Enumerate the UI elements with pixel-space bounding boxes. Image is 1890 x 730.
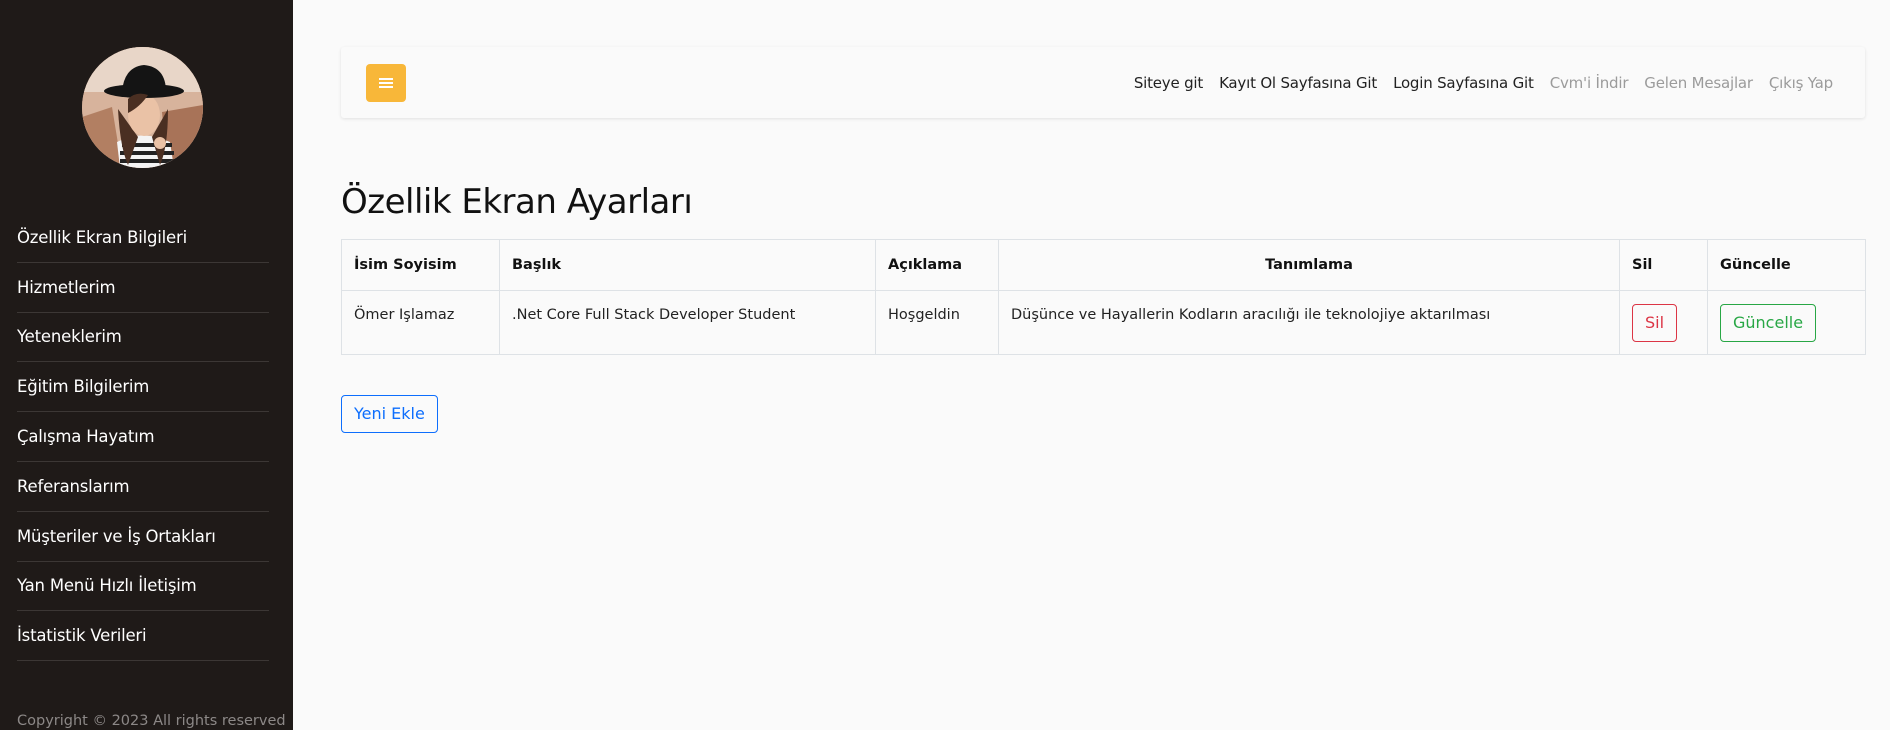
link-gelen-mesajlar[interactable]: Gelen Mesajlar [1644, 74, 1753, 92]
sidebar-item-musteriler[interactable]: Müşteriler ve İş Ortakları [17, 512, 269, 562]
cell-update: Güncelle [1707, 290, 1866, 355]
table-header-row: İsim Soyisim Başlık Açıklama Tanımlama S… [341, 239, 1866, 291]
sidebar-item-yeteneklerim[interactable]: Yeteneklerim [17, 313, 269, 363]
sidebar-item-hizmetlerim[interactable]: Hizmetlerim [17, 263, 269, 313]
sidebar-toggle-button[interactable] [366, 64, 406, 102]
avatar[interactable] [82, 47, 203, 168]
header-sil: Sil [1619, 239, 1708, 291]
update-button[interactable]: Güncelle [1720, 304, 1817, 342]
cell-delete: Sil [1619, 290, 1708, 355]
cell-title: .Net Core Full Stack Developer Student [499, 290, 876, 355]
top-nav-links: Siteye git Kayıt Ol Sayfasına Git Login … [1134, 47, 1833, 118]
sidebar-item-ozellik-ekran-bilgileri[interactable]: Özellik Ekran Bilgileri [17, 213, 269, 263]
header-aciklama: Açıklama [875, 239, 999, 291]
sidebar-item-istatistik-verileri[interactable]: İstatistik Verileri [17, 611, 269, 662]
delete-button[interactable]: Sil [1632, 304, 1678, 342]
header-isim-soyisim: İsim Soyisim [341, 239, 500, 291]
link-siteye-git[interactable]: Siteye git [1134, 74, 1203, 92]
sidebar-item-referanslarim[interactable]: Referanslarım [17, 462, 269, 512]
sidebar: Özellik Ekran Bilgileri Hizmetlerim Yete… [0, 0, 293, 730]
sidebar-nav: Özellik Ekran Bilgileri Hizmetlerim Yete… [17, 213, 269, 662]
sidebar-item-calisma-hayatim[interactable]: Çalışma Hayatım [17, 412, 269, 462]
features-table: İsim Soyisim Başlık Açıklama Tanımlama S… [341, 239, 1866, 355]
link-cv-indir[interactable]: Cvm'i İndir [1550, 74, 1629, 92]
avatar-image [82, 47, 203, 168]
copyright-text: Copyright © 2023 All rights reserved [17, 713, 286, 729]
header-tanimlama: Tanımlama [998, 239, 1620, 291]
cell-name: Ömer Işlamaz [341, 290, 500, 355]
hamburger-menu-icon [379, 78, 393, 88]
sidebar-item-yan-menu-iletisim[interactable]: Yan Menü Hızlı İletişim [17, 562, 269, 612]
cell-definition: Düşünce ve Hayallerin Kodların aracılığı… [998, 290, 1620, 355]
link-login[interactable]: Login Sayfasına Git [1393, 74, 1534, 92]
link-cikis-yap[interactable]: Çıkış Yap [1769, 74, 1833, 92]
page-title: Özellik Ekran Ayarları [341, 182, 693, 222]
add-new-button[interactable]: Yeni Ekle [341, 395, 438, 433]
header-baslik: Başlık [499, 239, 876, 291]
table-row: Ömer Işlamaz .Net Core Full Stack Develo… [341, 290, 1866, 355]
sidebar-item-egitim-bilgilerim[interactable]: Eğitim Bilgilerim [17, 362, 269, 413]
link-kayit-ol[interactable]: Kayıt Ol Sayfasına Git [1219, 74, 1377, 92]
header-guncelle: Güncelle [1707, 239, 1866, 291]
cell-description: Hoşgeldin [875, 290, 999, 355]
top-navbar: Siteye git Kayıt Ol Sayfasına Git Login … [341, 47, 1865, 118]
